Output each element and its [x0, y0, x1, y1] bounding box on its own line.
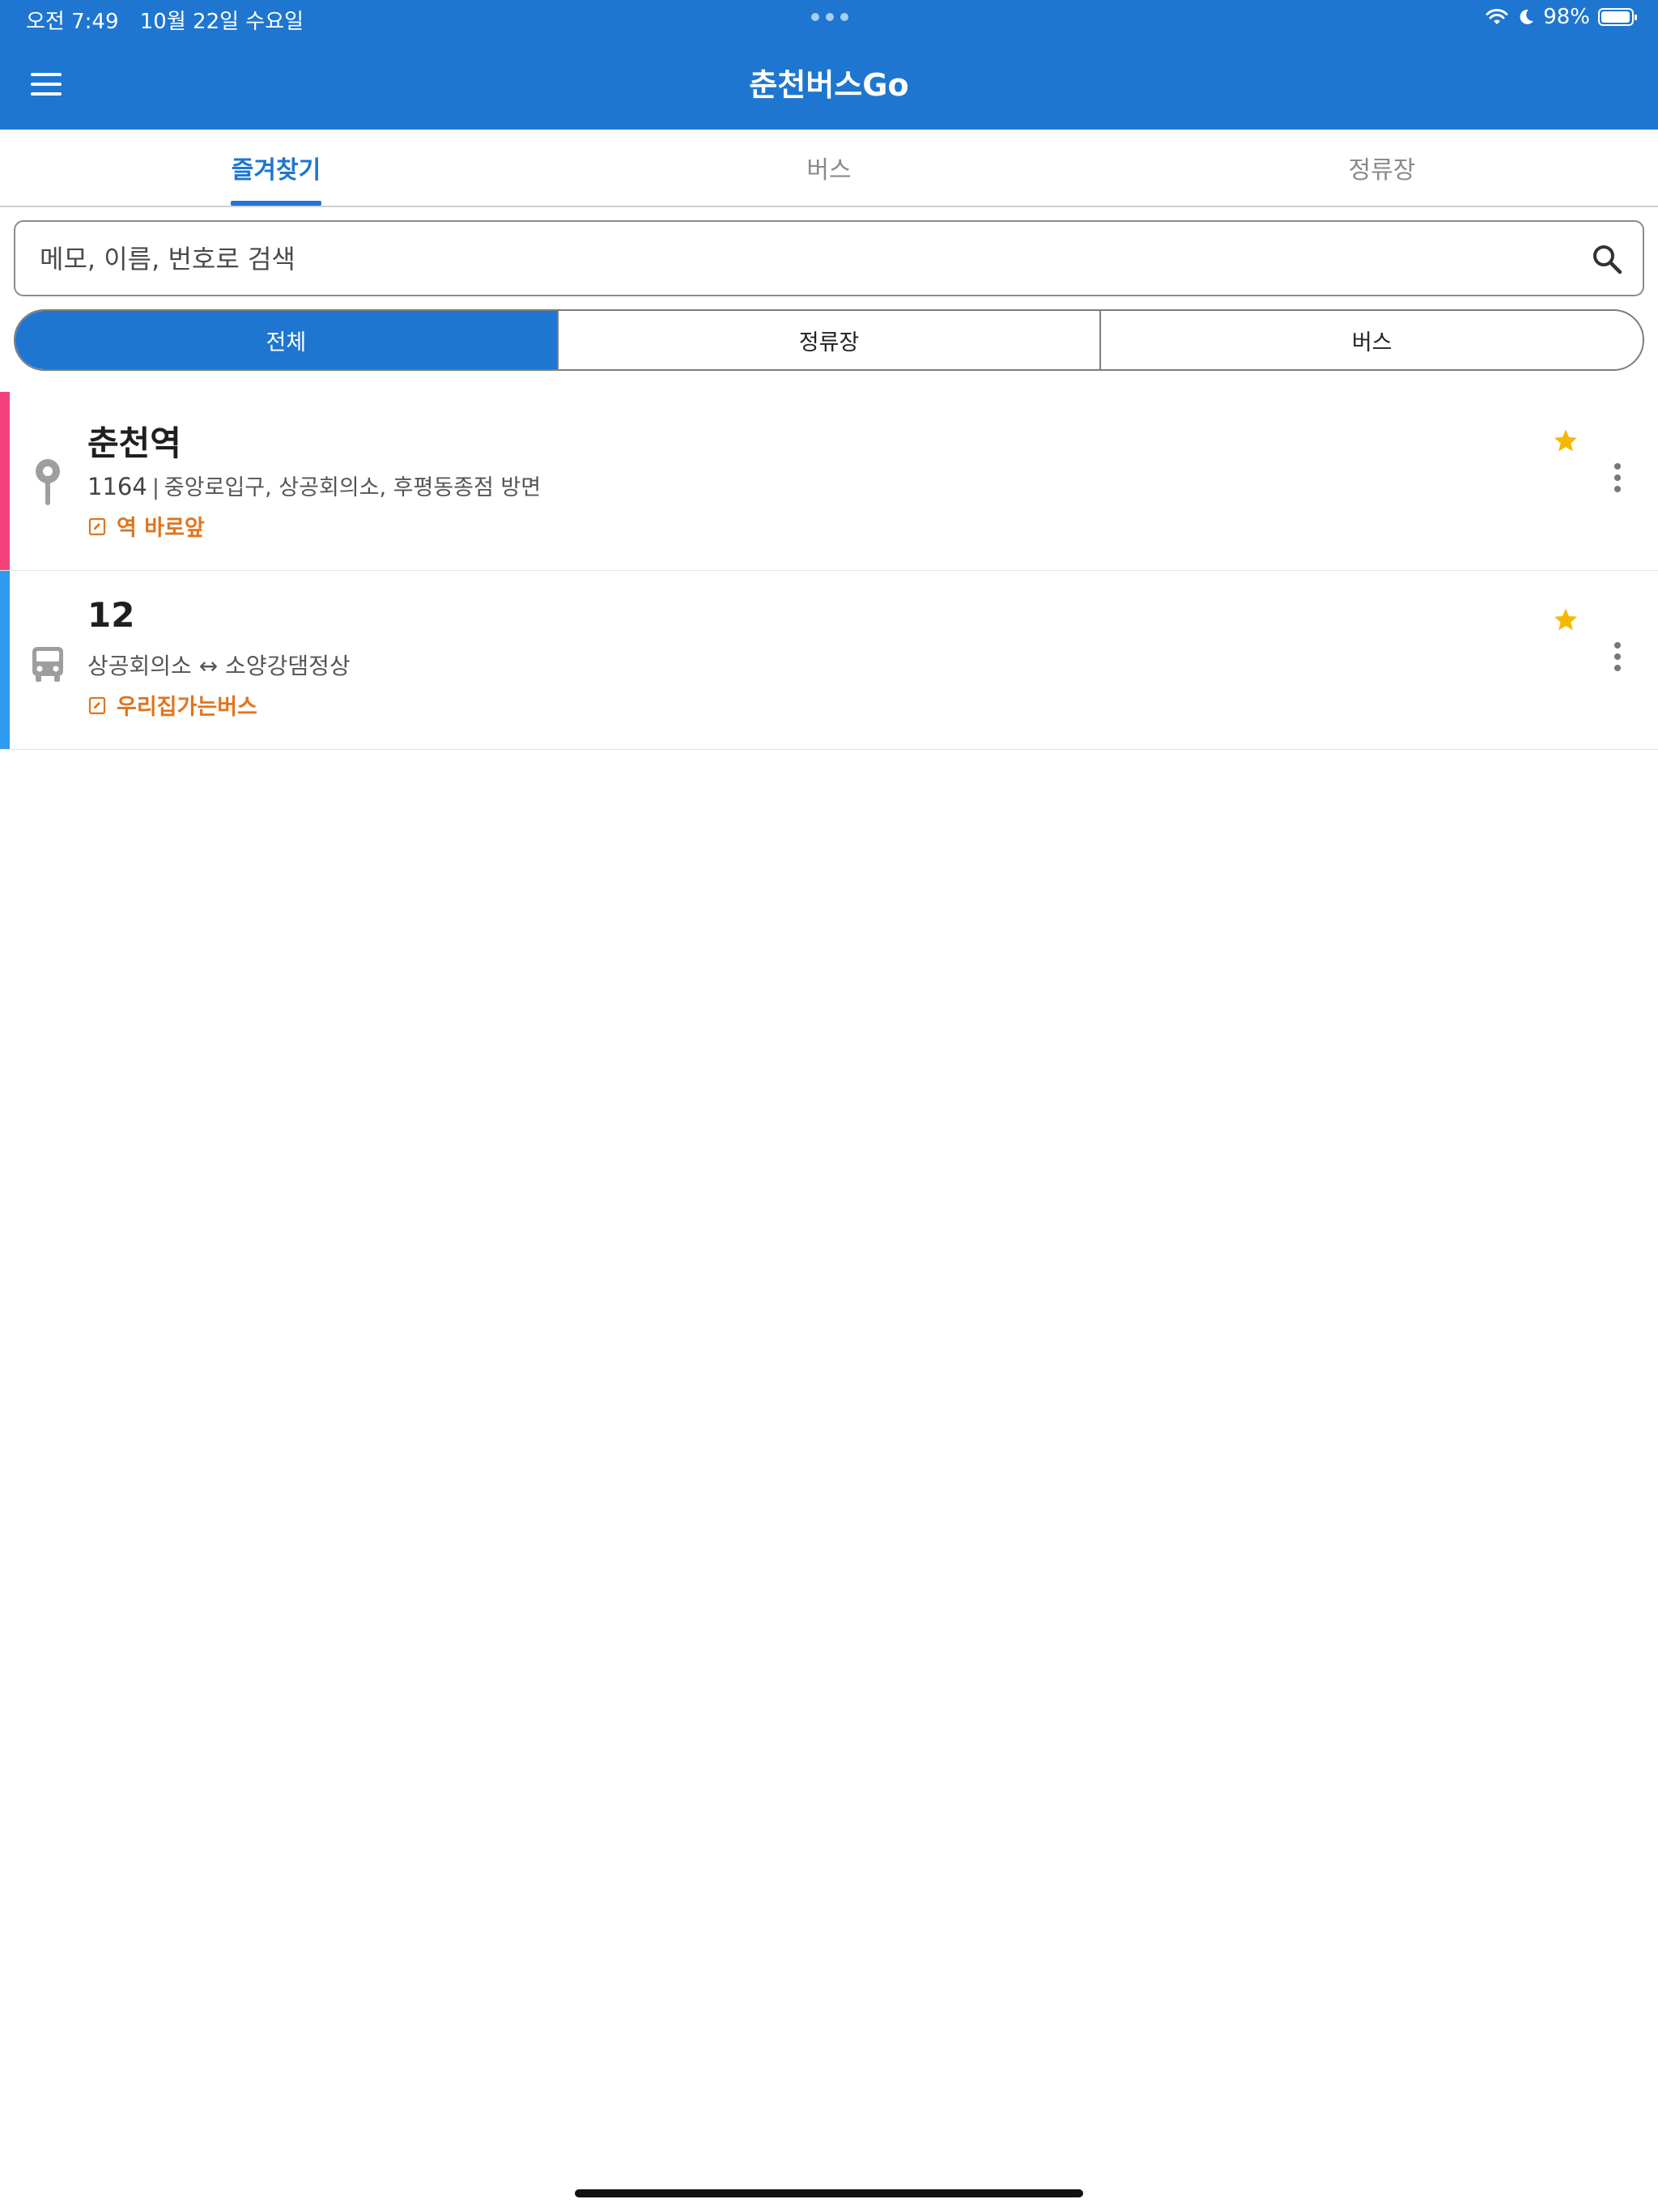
favorites-list: 춘천역 1164 | 중앙로입구, 상공회의소, 후평동종점 방면 역 바로앞 12…: [0, 392, 1658, 750]
bus-memo-text: 우리집가는버스: [117, 695, 257, 720]
top-bar: 오전 7:49 10월 22일 수요일 98% 춘천버스Go: [0, 0, 1658, 130]
search-box: [14, 220, 1644, 296]
stop-memo: 역 바로앞: [87, 510, 205, 542]
status-time-date: 오전 7:49 10월 22일 수요일: [26, 5, 318, 35]
favorite-item-stop[interactable]: 춘천역 1164 | 중앙로입구, 상공회의소, 후평동종점 방면 역 바로앞: [0, 392, 1658, 571]
bus-stop-icon: [36, 459, 60, 505]
battery-percent: 98%: [1543, 5, 1590, 29]
stop-number: 1164: [87, 473, 147, 500]
status-indicators: 98%: [1485, 5, 1637, 29]
tab-bus[interactable]: 버스: [553, 130, 1105, 206]
stop-details: 1164 | 중앙로입구, 상공회의소, 후평동종점 방면: [87, 470, 541, 501]
active-tab-indicator: [231, 201, 321, 206]
memo-edit-icon: [88, 696, 106, 714]
tab-stops[interactable]: 정류장: [1106, 130, 1658, 206]
filter-bus[interactable]: 버스: [1099, 311, 1643, 369]
stop-memo-text: 역 바로앞: [117, 516, 205, 541]
bus-accent-bar: [0, 571, 10, 749]
status-time: 오전 7:49: [26, 10, 119, 34]
more-options-icon[interactable]: [1608, 642, 1627, 674]
memo-edit-icon: [88, 517, 106, 535]
main-tabs: 즐겨찾기 버스 정류장: [0, 130, 1658, 207]
stop-separator: |: [151, 475, 159, 500]
filter-all[interactable]: 전체: [15, 311, 557, 369]
search-icon[interactable]: [1591, 243, 1623, 275]
bus-route: 상공회의소 ↔ 소양강댐정상: [87, 653, 351, 679]
multitasking-dots-icon[interactable]: [811, 13, 848, 21]
bus-memo: 우리집가는버스: [87, 689, 257, 721]
bus-icon: [32, 647, 63, 682]
favorites-filter: 전체 정류장 버스: [14, 309, 1644, 371]
home-indicator[interactable]: [575, 2189, 1083, 2197]
more-options-icon[interactable]: [1608, 463, 1627, 496]
moon-icon: [1520, 9, 1534, 24]
filter-stops[interactable]: 정류장: [556, 311, 1100, 369]
bus-number: 12: [87, 595, 135, 635]
stop-name: 춘천역: [87, 423, 181, 463]
stop-accent-bar: [0, 392, 10, 570]
star-icon[interactable]: [1553, 606, 1579, 632]
stop-direction: 중앙로입구, 상공회의소, 후평동종점 방면: [164, 475, 542, 500]
tab-favorites[interactable]: 즐겨찾기: [0, 130, 552, 206]
app-title: 춘천버스Go: [749, 67, 909, 103]
search-input[interactable]: [38, 222, 1547, 296]
favorite-item-bus[interactable]: 12 상공회의소 ↔ 소양강댐정상 우리집가는버스: [0, 571, 1658, 750]
star-icon[interactable]: [1553, 428, 1579, 453]
wifi-icon: [1486, 9, 1508, 24]
battery-icon: [1598, 8, 1637, 26]
status-date: 10월 22일 수요일: [139, 10, 304, 34]
